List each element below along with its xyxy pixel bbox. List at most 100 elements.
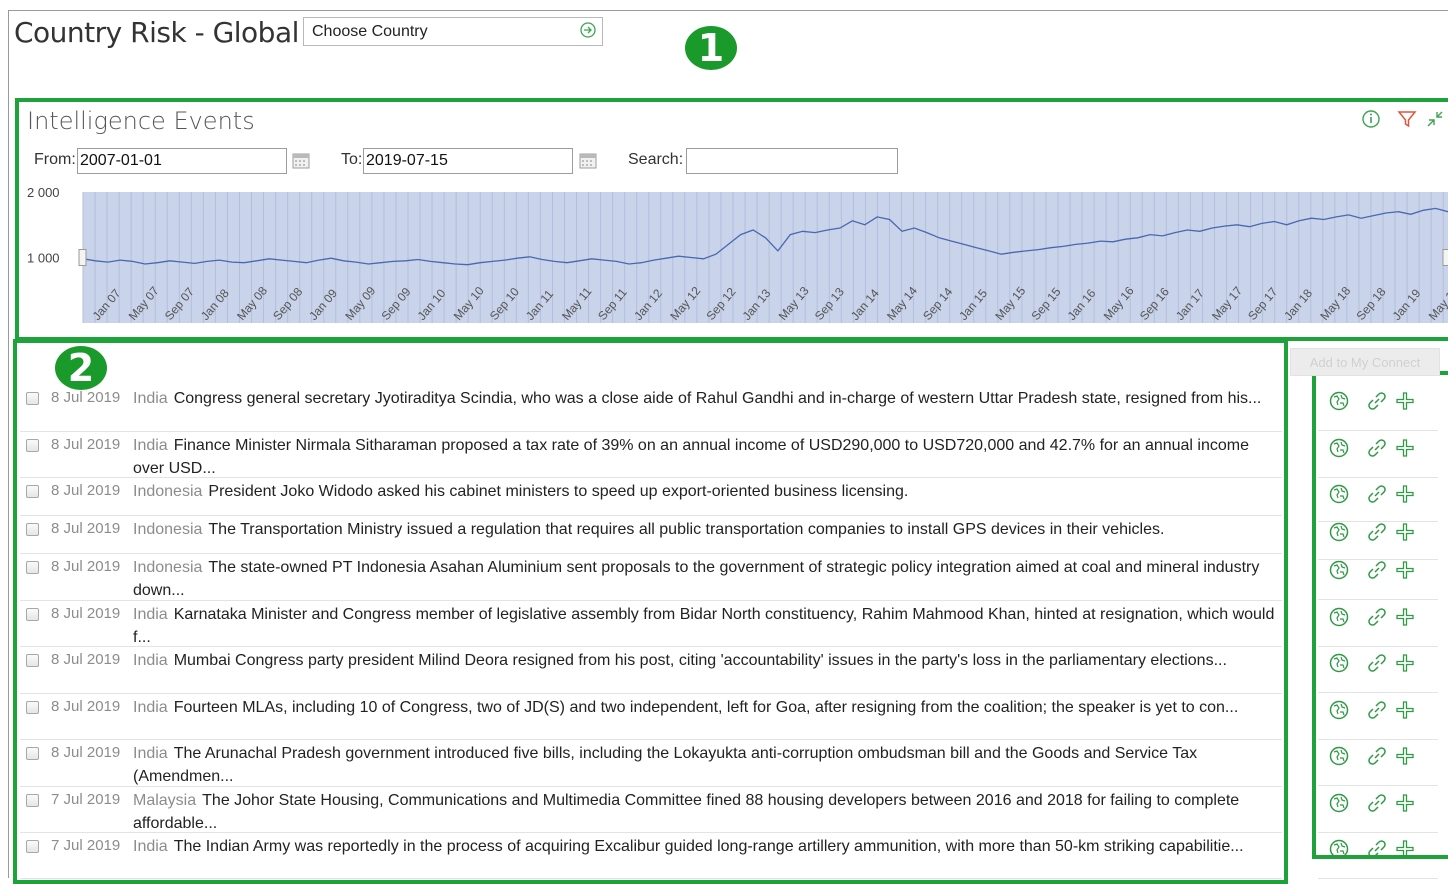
collapse-icon[interactable] [1425,109,1445,129]
event-country: India [133,437,168,454]
event-row[interactable]: 8 Jul 2019 Indonesia President Joko Widodo… [20,477,1282,516]
plus-icon[interactable] [1394,838,1416,860]
link-icon[interactable] [1366,652,1388,674]
plus-icon[interactable] [1394,745,1416,767]
search-label: Search: [628,151,684,168]
link-icon[interactable] [1366,390,1388,412]
event-country: India [133,390,168,407]
calendar-icon[interactable] [579,152,597,169]
link-icon[interactable] [1366,745,1388,767]
row-actions [1318,390,1438,431]
to-date-input[interactable] [363,148,573,174]
link-icon[interactable] [1366,437,1388,459]
row-checkbox[interactable] [26,840,39,853]
event-country: Indonesia [133,483,203,500]
plus-icon[interactable] [1394,792,1416,814]
plus-icon[interactable] [1394,521,1416,543]
event-text: Congress general secretary Jyotiraditya … [173,390,1262,407]
y-tick-label: 2 000 [27,185,60,200]
event-row[interactable]: 8 Jul 2019 India Congress general secretar… [20,384,1282,432]
event-row[interactable]: 8 Jul 2019 India Finance Minister Nirmala … [20,431,1282,478]
globe-icon[interactable] [1328,437,1350,459]
calendar-icon[interactable] [292,152,310,169]
event-row[interactable]: 7 Jul 2019 India The Indian Army was repor… [20,832,1282,879]
search-input[interactable] [686,148,898,174]
panel-title: Intelligence Events [27,107,255,135]
event-text: The Johor State Housing, Communications … [133,792,1240,832]
event-row[interactable]: 8 Jul 2019 India Mumbai Congress party pre… [20,646,1282,694]
row-checkbox[interactable] [26,561,39,574]
plus-icon[interactable] [1394,437,1416,459]
from-date-input[interactable] [77,148,287,174]
event-summary[interactable]: India Karnataka Minister and Congress mem… [133,603,1282,649]
event-summary[interactable]: India Mumbai Congress party president Mil… [133,649,1282,672]
row-actions [1318,745,1438,786]
globe-icon[interactable] [1328,559,1350,581]
globe-icon[interactable] [1328,483,1350,505]
link-icon[interactable] [1366,699,1388,721]
event-summary[interactable]: India The Arunachal Pradesh government in… [133,742,1282,788]
event-summary[interactable]: Indonesia President Joko Widodo asked his… [133,480,1282,503]
row-actions [1318,521,1438,560]
range-handle-right [1442,249,1448,266]
arrow-circle-icon[interactable] [580,22,596,38]
plus-icon[interactable] [1394,483,1416,505]
globe-icon[interactable] [1328,390,1350,412]
row-checkbox[interactable] [26,747,39,760]
row-checkbox[interactable] [26,392,39,405]
row-checkbox[interactable] [26,439,39,452]
event-row[interactable]: 8 Jul 2019 India Karnataka Minister and Co… [20,600,1282,647]
globe-icon[interactable] [1328,699,1350,721]
row-checkbox[interactable] [26,654,39,667]
event-text: The Arunachal Pradesh government introdu… [133,745,1198,785]
filter-icon[interactable] [1397,109,1417,129]
event-row[interactable]: 8 Jul 2019 India Fourteen MLAs, including … [20,693,1282,740]
country-select[interactable]: Choose Country [303,17,603,46]
event-date: 8 Jul 2019 [51,698,121,715]
globe-icon[interactable] [1328,745,1350,767]
plus-icon[interactable] [1394,559,1416,581]
plus-icon[interactable] [1394,390,1416,412]
globe-icon[interactable] [1328,521,1350,543]
row-actions [1318,559,1438,600]
plus-icon[interactable] [1394,652,1416,674]
link-icon[interactable] [1366,838,1388,860]
globe-icon[interactable] [1328,838,1350,860]
event-row[interactable]: 8 Jul 2019 India The Arunachal Pradesh gov… [20,739,1282,787]
link-icon[interactable] [1366,559,1388,581]
row-actions [1318,838,1438,879]
event-date: 8 Jul 2019 [51,558,121,575]
event-text: Fourteen MLAs, including 10 of Congress,… [173,699,1239,716]
row-checkbox[interactable] [26,794,39,807]
globe-icon[interactable] [1328,792,1350,814]
event-row[interactable]: 8 Jul 2019 Indonesia The Transportation Mi… [20,515,1282,554]
link-icon[interactable] [1366,606,1388,628]
plus-icon[interactable] [1394,606,1416,628]
event-summary[interactable]: Malaysia The Johor State Housing, Communi… [133,789,1282,835]
add-to-connect-button[interactable]: Add to My Connect [1290,348,1440,376]
globe-icon[interactable] [1328,652,1350,674]
event-row[interactable]: 8 Jul 2019 Indonesia The state-owned PT In… [20,553,1282,601]
row-checkbox[interactable] [26,608,39,621]
event-summary[interactable]: India Finance Minister Nirmala Sitharaman… [133,434,1282,480]
event-summary[interactable]: India Fourteen MLAs, including 10 of Cong… [133,696,1282,719]
event-summary[interactable]: India The Indian Army was reportedly in t… [133,835,1282,858]
row-checkbox[interactable] [26,485,39,498]
link-icon[interactable] [1366,521,1388,543]
row-checkbox[interactable] [26,523,39,536]
event-date: 8 Jul 2019 [51,482,121,499]
date-filter-row: From: To: Search: [0,148,1448,174]
link-icon[interactable] [1366,792,1388,814]
events-timeline-chart[interactable]: 2 000 1 000 Jan 07 May 07 Sep 07 Jan 08 May 08… [20,180,1448,330]
plus-icon[interactable] [1394,699,1416,721]
link-icon[interactable] [1366,483,1388,505]
event-summary[interactable]: India Congress general secretary Jyotirad… [133,387,1282,410]
event-summary[interactable]: Indonesia The Transportation Ministry iss… [133,518,1282,541]
event-date: 8 Jul 2019 [51,520,121,537]
row-checkbox[interactable] [26,701,39,714]
info-icon[interactable] [1361,109,1381,129]
callout-marker-1: 1 [685,26,737,70]
event-summary[interactable]: Indonesia The state-owned PT Indonesia As… [133,556,1282,602]
globe-icon[interactable] [1328,606,1350,628]
event-row[interactable]: 7 Jul 2019 Malaysia The Johor State Housin… [20,786,1282,833]
